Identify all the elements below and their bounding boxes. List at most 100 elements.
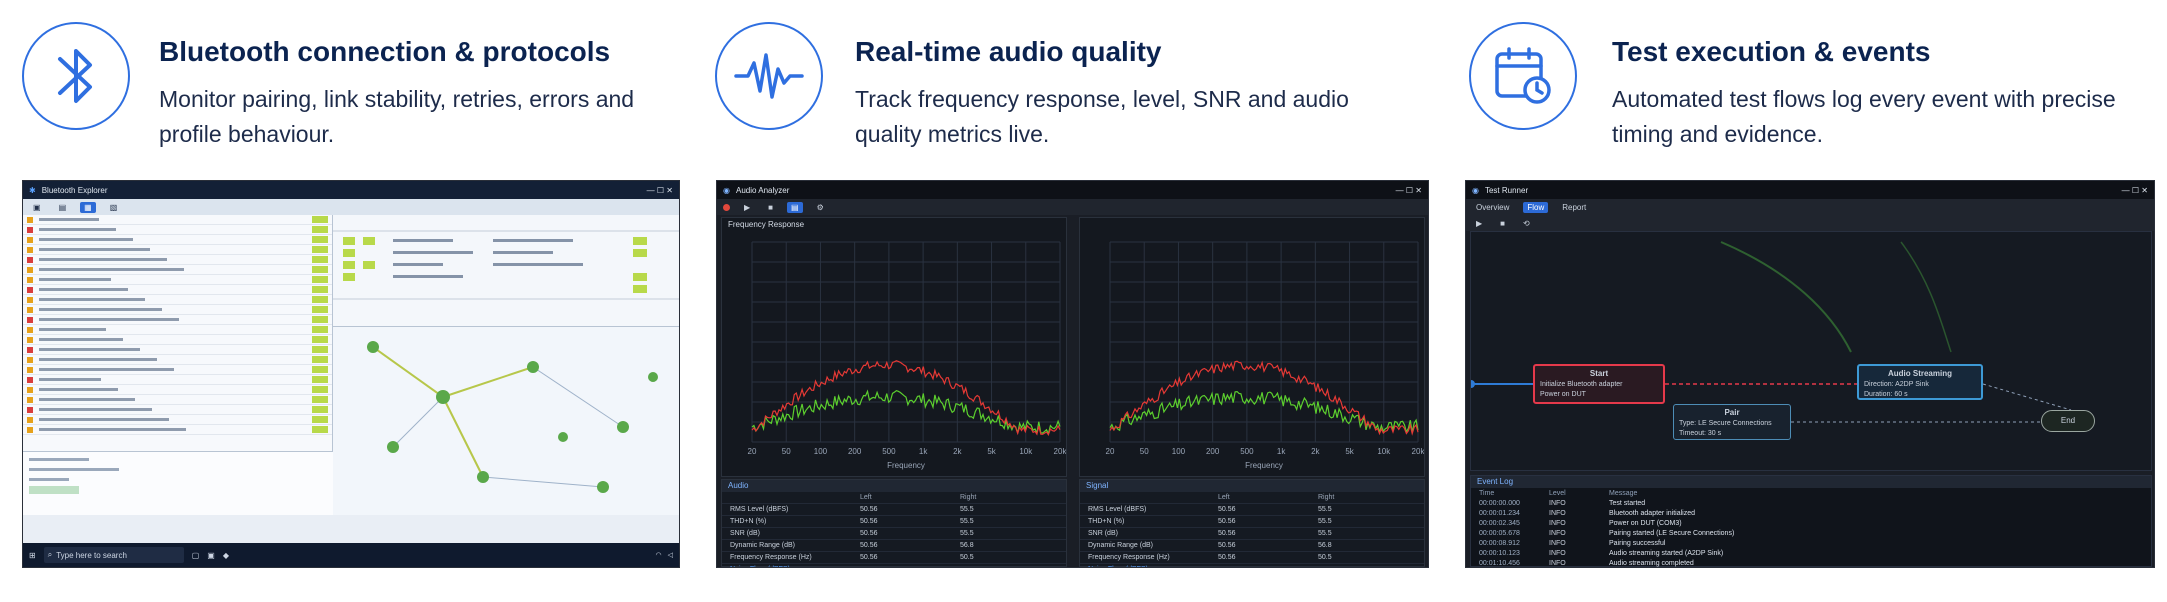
row-placeholder: [39, 258, 167, 261]
volume-icon[interactable]: ◁: [668, 551, 673, 559]
col-time[interactable]: Time: [1479, 490, 1549, 497]
test-runner-screenshot: ◉ Test Runner — ☐ ✕ Overview Flow Report…: [1465, 180, 2155, 568]
log-t: 00:00:10.123: [1479, 549, 1520, 557]
frequency-response-chart-right: 20 50 100 200 500 1k 2k 5k 10k 20k Frequency: [1079, 217, 1425, 477]
frequency-trace: [1109, 390, 1419, 435]
toolbar-item[interactable]: ▧: [106, 202, 122, 213]
log-row[interactable]: 00:01:10.456 INFO Audio streaming complete…: [1471, 558, 2151, 567]
frequency-response-chart-left: Frequency Response 20 50 100 200 500 1k 2k 5k 10…: [721, 217, 1067, 477]
windows-start-icon[interactable]: ⊞: [29, 551, 36, 560]
flow-node-end[interactable]: End: [2041, 410, 2095, 432]
record-icon[interactable]: [723, 203, 730, 211]
list-item[interactable]: [23, 305, 332, 315]
table-title: Audio: [722, 480, 1066, 492]
table-row: SNR (dB) 50.56 55.5: [1080, 528, 1424, 540]
log-row[interactable]: 00:00:10.123 INFO Audio streaming started …: [1471, 548, 2151, 558]
metric-value: 55.5: [1318, 518, 1332, 525]
search-input[interactable]: ⌕ Type here to search: [43, 547, 184, 563]
list-item[interactable]: [23, 345, 332, 355]
frequency-response-plot: 20 50 100 200 500 1k 2k 5k 10k 20k Frequency: [1106, 241, 1425, 470]
tab-flow[interactable]: Flow: [1523, 201, 1549, 213]
list-item[interactable]: [23, 315, 332, 325]
taskbar-app-icon[interactable]: ▣: [207, 551, 215, 560]
list-item[interactable]: [23, 225, 332, 235]
list-item[interactable]: [23, 265, 332, 275]
list-item[interactable]: [23, 395, 332, 405]
list-item[interactable]: [23, 335, 332, 345]
table-row: RMS Level (dBFS) 50.56 55.5: [722, 504, 1066, 516]
taskbar-app-icon[interactable]: ◆: [223, 551, 229, 560]
toolbar-item-active[interactable]: ▤: [787, 201, 803, 213]
table-header: Left Right: [722, 492, 1066, 504]
log-row[interactable]: 00:00:01.234 INFO Bluetooth adapter initia…: [1471, 508, 2151, 518]
metric-label: THD+N (%): [730, 518, 767, 525]
toolbar-item[interactable]: ■: [1496, 218, 1509, 229]
row-placeholder: [39, 348, 140, 351]
list-item[interactable]: [23, 215, 332, 225]
status-icon: [27, 346, 33, 353]
toolbar: ▶ ■ ▤ ⚙: [717, 199, 1428, 215]
tab-overview[interactable]: Overview: [1472, 202, 1513, 213]
toolbar-item[interactable]: ▣: [29, 202, 45, 213]
node-title: End: [2060, 416, 2076, 425]
log-row[interactable]: 00:00:05.678 INFO Pairing started (LE Secu…: [1471, 528, 2151, 538]
flow-node-pair[interactable]: Pair Type: LE Secure Connections Timeout…: [1673, 404, 1791, 440]
metric-value: 50.56: [860, 518, 878, 525]
status-icon: [27, 236, 33, 243]
status-badge: [312, 306, 328, 313]
log-row[interactable]: 00:00:08.912 INFO Pairing successful: [1471, 538, 2151, 548]
log-msg: Bluetooth adapter initialized: [1609, 509, 1696, 517]
log-row[interactable]: 00:00:02.345 INFO Power on DUT (COM3): [1471, 518, 2151, 528]
flow-node-audio-streaming[interactable]: Audio Streaming Direction: A2DP Sink Dur…: [1857, 364, 1983, 400]
table-title: Signal: [1080, 480, 1424, 492]
tab-report[interactable]: Report: [1558, 202, 1590, 213]
calendar-clock-icon: [1469, 22, 1577, 130]
toolbar-item[interactable]: ▤: [55, 202, 71, 213]
log-row[interactable]: 00:00:00.000 INFO Test started: [1471, 498, 2151, 508]
toolbar-item[interactable]: ▶: [740, 202, 754, 213]
wifi-icon[interactable]: ◠: [656, 551, 662, 559]
col-message[interactable]: Message: [1609, 490, 1637, 497]
list-item[interactable]: [23, 235, 332, 245]
taskbar-app-icon[interactable]: ▢: [192, 551, 200, 560]
toolbar-item[interactable]: ■: [764, 202, 777, 213]
list-item[interactable]: [23, 405, 332, 415]
audio-analyzer-screenshot: ◉ Audio Analyzer — ☐ ✕ ▶ ■ ▤ ⚙ Frequency…: [716, 180, 1429, 568]
list-item[interactable]: [23, 355, 332, 365]
table-row: Dynamic Range (dB) 50.56 56.8: [722, 540, 1066, 552]
status-badge: [312, 236, 328, 243]
toolbar: ▣ ▤ ▦ ▧: [23, 199, 679, 215]
metric-label[interactable]: Noise Floor (dBFS): [730, 566, 860, 567]
list-item[interactable]: [23, 245, 332, 255]
metric-label: SNR (dB): [730, 530, 760, 537]
x-tick-label: 5k: [1345, 447, 1354, 456]
frequency-trace: [1109, 360, 1419, 436]
row-placeholder: [39, 238, 133, 241]
list-item[interactable]: [23, 325, 332, 335]
log-msg: Test started: [1609, 499, 1646, 507]
list-item[interactable]: [23, 285, 332, 295]
list-item[interactable]: [23, 255, 332, 265]
node-line: Timeout: 30 s: [1679, 430, 1722, 437]
x-tick-label: 500: [1240, 447, 1254, 456]
col-level[interactable]: Level: [1549, 490, 1609, 497]
flow-node-start[interactable]: Start Initialize Bluetooth adapter Power…: [1533, 364, 1665, 404]
list-item[interactable]: [23, 365, 332, 375]
window-titlebar: ◉ Test Runner — ☐ ✕: [1466, 181, 2154, 199]
toolbar-item[interactable]: ⟲: [1519, 218, 1534, 229]
window-controls-icon[interactable]: — ☐ ✕: [2122, 186, 2148, 195]
list-item[interactable]: [23, 375, 332, 385]
frequency-trace: [751, 389, 1061, 436]
list-item[interactable]: [23, 275, 332, 285]
metric-label[interactable]: Noise Floor (dBFS): [1088, 566, 1218, 567]
toolbar-item[interactable]: ▶: [1472, 218, 1486, 229]
row-placeholder: [39, 308, 162, 311]
list-item[interactable]: [23, 415, 332, 425]
toolbar-item-active[interactable]: ▦: [80, 201, 96, 213]
list-item[interactable]: [23, 295, 332, 305]
toolbar-item[interactable]: ⚙: [813, 202, 828, 213]
list-item[interactable]: [23, 385, 332, 395]
list-item[interactable]: [23, 425, 332, 435]
window-controls-icon[interactable]: — ☐ ✕: [647, 186, 673, 195]
window-controls-icon[interactable]: — ☐ ✕: [1396, 186, 1422, 195]
